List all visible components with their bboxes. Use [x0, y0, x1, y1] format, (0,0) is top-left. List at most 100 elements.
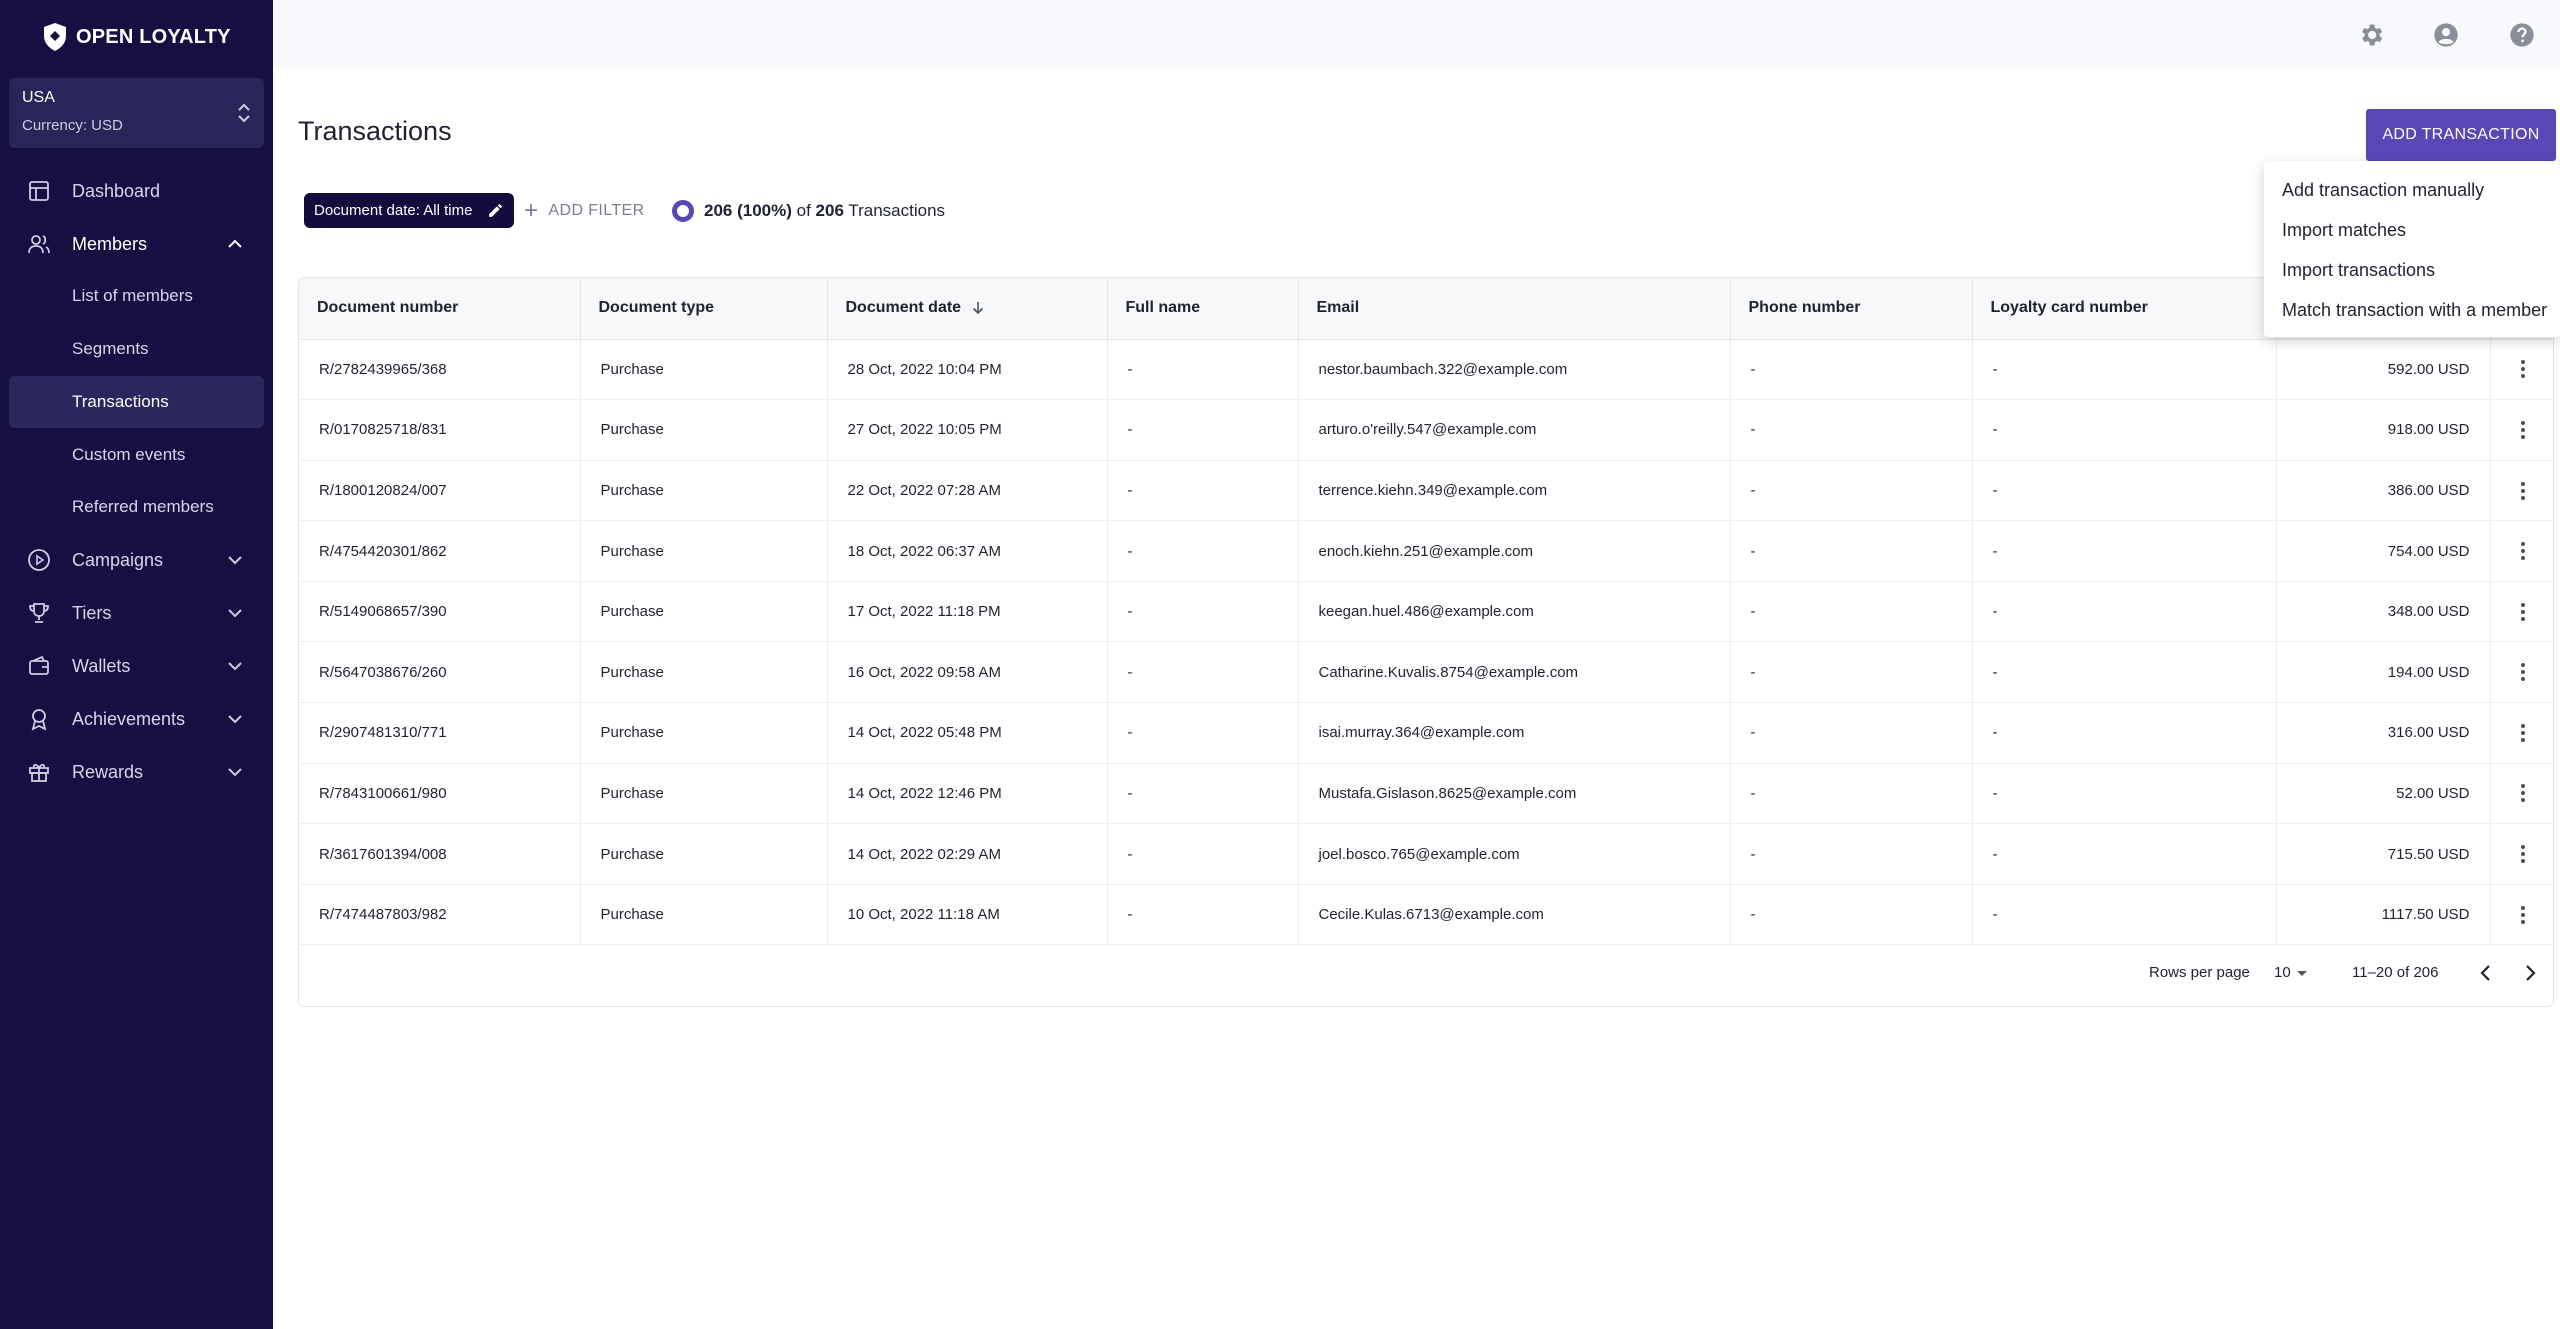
brand-name: OPEN LOYALTY [76, 25, 231, 48]
cell-phone-number: - [1730, 339, 1973, 401]
result-count: 206 (100%) of 206 Transactions [672, 198, 945, 224]
table-row[interactable]: R/1800120824/007 Purchase 22 Oct, 2022 07:… [299, 460, 2553, 522]
column-header-loyalty-card-number[interactable]: Loyalty card number [1972, 278, 2277, 340]
sidebar-item-referred-members[interactable]: Referred members [9, 481, 264, 533]
cell-amount: 348.00 USD [2276, 581, 2491, 643]
column-header-document-type[interactable]: Document type [580, 278, 828, 340]
sidebar-item-wallets[interactable]: Wallets [9, 640, 264, 692]
cell-document-type: Purchase [580, 702, 828, 764]
column-header-label: Document date [845, 299, 962, 317]
column-header-full-name[interactable]: Full name [1107, 278, 1299, 340]
cell-document-number: R/5149068657/390 [299, 581, 581, 643]
cell-actions [2490, 763, 2553, 825]
more-vert-icon[interactable] [2520, 845, 2525, 864]
help-icon[interactable] [2508, 21, 2536, 49]
wallet-icon [29, 655, 49, 675]
cell-actions [2490, 702, 2553, 764]
table-row[interactable]: R/5647038676/260 Purchase 16 Oct, 2022 09:… [299, 641, 2553, 704]
sidebar-item-rewards[interactable]: Rewards [9, 746, 264, 798]
brand-logo[interactable]: OPEN LOYALTY [42, 22, 231, 52]
more-vert-icon[interactable] [2520, 542, 2525, 561]
table-row[interactable]: R/2907481310/771 Purchase 14 Oct, 2022 05:… [299, 702, 2553, 764]
chevron-left-icon[interactable] [2475, 962, 2497, 984]
sidebar-item-label: Custom events [72, 445, 186, 464]
menu-item-import-transactions[interactable]: Import transactions [2264, 250, 2560, 290]
column-header-document-date[interactable]: Document date [827, 278, 1108, 340]
cell-phone-number: - [1730, 823, 1973, 885]
region-selector[interactable]: USA Currency: USD [9, 78, 264, 148]
menu-item-import-matches[interactable]: Import matches [2264, 210, 2560, 250]
add-filter-button[interactable]: + ADD FILTER [524, 198, 645, 224]
cell-actions [2490, 884, 2553, 946]
column-header-email[interactable]: Email [1298, 278, 1731, 340]
edit-icon[interactable] [487, 202, 504, 219]
column-header-document-number[interactable]: Document number [299, 278, 581, 340]
cell-loyalty-card-number: - [1972, 460, 2277, 522]
cell-document-number: R/2782439965/368 [299, 339, 581, 401]
sidebar-item-members[interactable]: Members [9, 218, 264, 270]
rows-per-page-select[interactable]: 10 [2274, 964, 2307, 981]
top-bar [273, 0, 2560, 68]
table-row[interactable]: R/7474487803/982 Purchase 10 Oct, 2022 11:… [299, 884, 2553, 946]
more-vert-icon[interactable] [2520, 420, 2525, 439]
sidebar-item-list-of-members[interactable]: List of members [9, 270, 264, 322]
more-vert-icon[interactable] [2520, 602, 2525, 621]
table-row[interactable]: R/3617601394/008 Purchase 14 Oct, 2022 02:… [299, 823, 2553, 885]
menu-item-add-manually[interactable]: Add transaction manually [2264, 170, 2560, 210]
more-vert-icon[interactable] [2520, 481, 2525, 500]
sidebar-item-transactions[interactable]: Transactions [9, 376, 264, 428]
sidebar-item-label: Segments [72, 339, 149, 358]
table-row[interactable]: R/5149068657/390 Purchase 17 Oct, 2022 11:… [299, 581, 2553, 643]
chevron-down-icon [228, 715, 242, 724]
cell-email: terrence.kiehn.349@example.com [1298, 460, 1731, 522]
sidebar-item-campaigns[interactable]: Campaigns [9, 534, 264, 586]
play-circle-icon [28, 549, 50, 571]
more-vert-icon[interactable] [2520, 723, 2525, 742]
cell-document-number: R/2907481310/771 [299, 702, 581, 764]
cell-full-name: - [1107, 399, 1299, 461]
cell-document-type: Purchase [580, 763, 828, 825]
cell-document-date: 27 Oct, 2022 10:05 PM [827, 399, 1108, 461]
add-transaction-button[interactable]: ADD TRANSACTION [2366, 109, 2556, 161]
cell-full-name: - [1107, 702, 1299, 764]
more-vert-icon[interactable] [2520, 784, 2525, 803]
cell-document-date: 14 Oct, 2022 02:29 AM [827, 823, 1108, 885]
document-date-filter-chip[interactable]: Document date: All time [304, 193, 515, 228]
sidebar-item-segments[interactable]: Segments [9, 323, 264, 375]
sidebar-item-custom-events[interactable]: Custom events [9, 429, 264, 481]
cell-loyalty-card-number: - [1972, 641, 2277, 704]
sidebar-item-dashboard[interactable]: Dashboard [9, 165, 264, 217]
cell-document-number: R/5647038676/260 [299, 641, 581, 704]
cell-full-name: - [1107, 520, 1299, 582]
sidebar-item-tiers[interactable]: Tiers [9, 587, 264, 639]
caret-down-icon [2296, 971, 2307, 976]
sidebar-item-label: Wallets [72, 655, 131, 676]
cell-email: Mustafa.Gislason.8625@example.com [1298, 763, 1731, 825]
menu-item-match-with-member[interactable]: Match transaction with a member [2264, 290, 2560, 330]
table-row[interactable]: R/2782439965/368 Purchase 28 Oct, 2022 10:… [299, 339, 2553, 401]
table-row[interactable]: R/7843100661/980 Purchase 14 Oct, 2022 12:… [299, 763, 2553, 825]
cell-email: keegan.huel.486@example.com [1298, 581, 1731, 643]
more-vert-icon[interactable] [2520, 663, 2525, 682]
cell-amount: 194.00 USD [2276, 641, 2491, 704]
account-circle-icon[interactable] [2432, 21, 2460, 49]
sidebar-item-achievements[interactable]: Achievements [9, 693, 264, 745]
column-header-phone-number[interactable]: Phone number [1730, 278, 1973, 340]
more-vert-icon[interactable] [2520, 905, 2525, 924]
table-row[interactable]: R/4754420301/862 Purchase 18 Oct, 2022 06:… [299, 520, 2553, 582]
sidebar: OPEN LOYALTY USA Currency: USD Dashboard… [0, 0, 273, 1329]
settings-icon[interactable] [2357, 21, 2385, 49]
table-row[interactable]: R/0170825718/831 Purchase 27 Oct, 2022 10:… [299, 399, 2553, 461]
gift-icon [29, 763, 49, 782]
cell-actions [2490, 581, 2553, 643]
cell-full-name: - [1107, 460, 1299, 522]
cell-phone-number: - [1730, 581, 1973, 643]
cell-document-date: 14 Oct, 2022 12:46 PM [827, 763, 1108, 825]
count-suffix: Transactions [848, 201, 946, 220]
chevron-right-icon[interactable] [2519, 962, 2541, 984]
cell-document-type: Purchase [580, 823, 828, 885]
more-vert-icon[interactable] [2520, 360, 2525, 379]
cell-amount: 386.00 USD [2276, 460, 2491, 522]
dashboard-icon [29, 181, 49, 201]
cell-document-date: 28 Oct, 2022 10:04 PM [827, 339, 1108, 401]
